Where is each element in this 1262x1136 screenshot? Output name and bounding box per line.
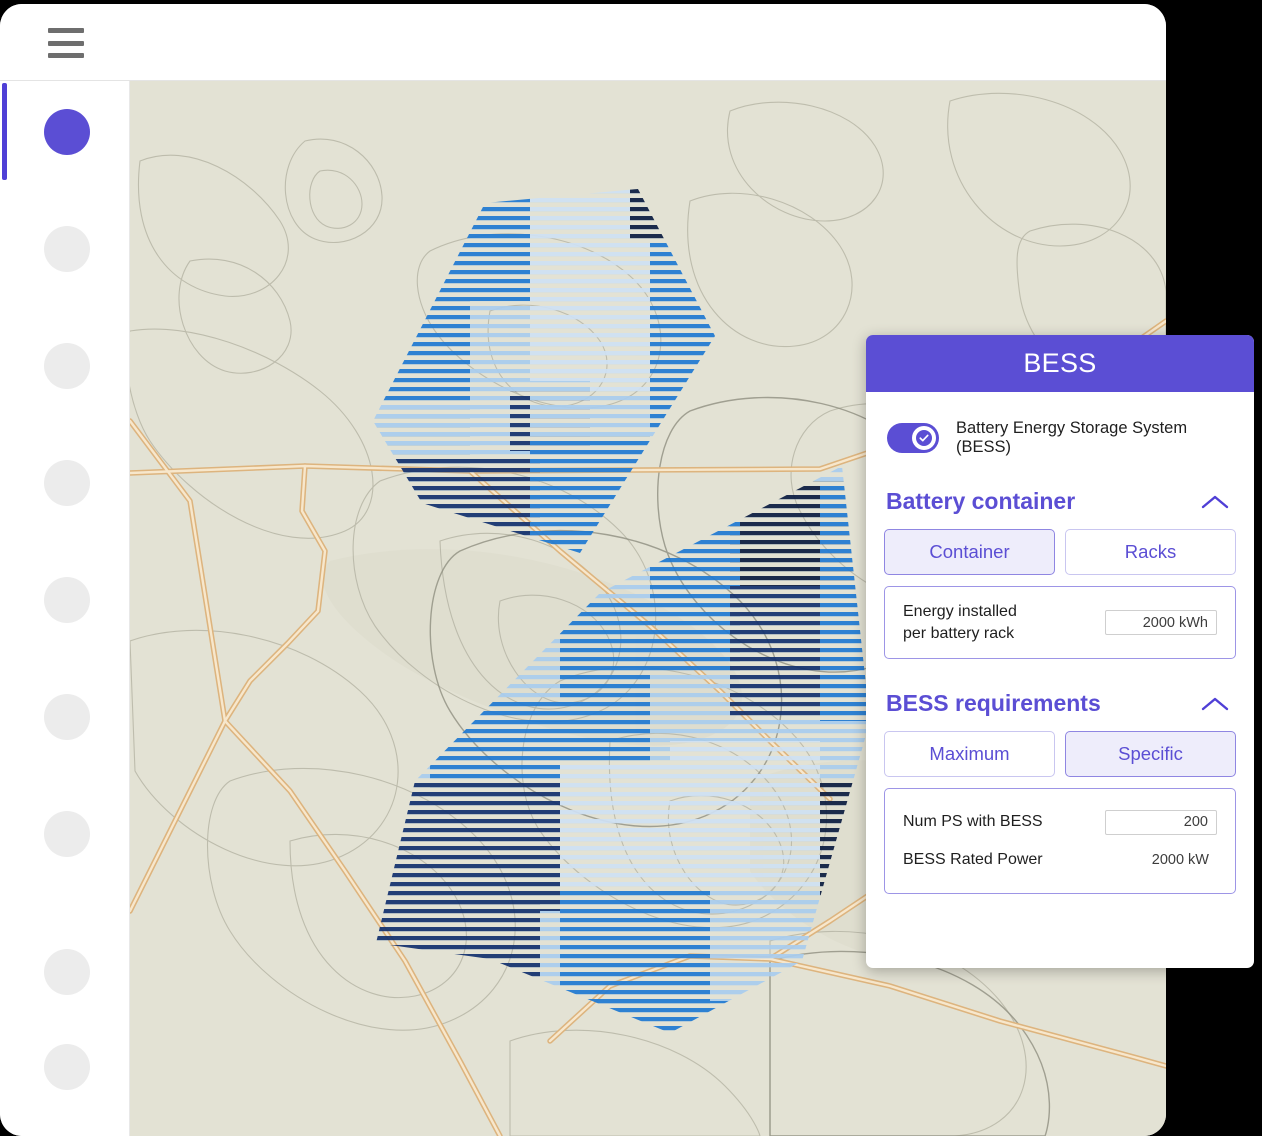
section-title-bess-requirements: BESS requirements [886,690,1101,717]
sidebar [0,81,130,1136]
hamburger-bar [48,53,84,58]
section-title-battery-container: Battery container [886,488,1076,514]
screen-root: BESS Battery Energy Storage System (BESS… [0,0,1262,1136]
chevron-up-icon [1201,495,1229,508]
bess-toggle-row: Battery Energy Storage System (BESS) [887,419,1236,457]
field-box-bess-requirements: Num PS with BESS 200 BESS Rated Power 20… [884,788,1236,895]
field-row-num-ps-with-bess: Num PS with BESS 200 [903,803,1217,841]
segment-group-bess-requirements: Maximum Specific [884,731,1236,778]
sidebar-item-3[interactable] [44,460,90,506]
bess-enable-label: Battery Energy Storage System (BESS) [956,419,1188,456]
label-energy-installed: Energy installed per battery rack [903,603,1017,642]
sidebar-item-5[interactable] [44,694,90,740]
bess-panel-body: Battery Energy Storage System (BESS) Bat… [866,419,1254,895]
segment-maximum[interactable]: Maximum [884,731,1055,778]
segment-specific[interactable]: Specific [1065,731,1236,778]
sidebar-item-2[interactable] [44,343,90,389]
sidebar-item-1[interactable] [44,226,90,272]
chevron-up-icon-bess-requirements[interactable] [1194,691,1236,717]
label-bess-rated-power: BESS Rated Power [903,851,1043,869]
sidebar-item-0[interactable] [44,109,90,155]
section-header-battery-container: Battery container [886,488,1236,515]
bess-panel: BESS Battery Energy Storage System (BESS… [866,335,1254,968]
sidebar-item-8[interactable] [44,1044,90,1090]
segment-racks[interactable]: Racks [1065,529,1236,575]
sidebar-item-7[interactable] [44,949,90,995]
hamburger-bar [48,40,84,46]
chevron-up-icon [1201,697,1229,710]
field-box-battery-container: Energy installed per battery rack 2000 k… [884,586,1236,660]
segment-container[interactable]: Container [884,529,1055,575]
sidebar-item-6[interactable] [44,811,90,857]
field-row-energy-installed: Energy installed per battery rack 2000 k… [903,601,1217,644]
check-icon [916,430,932,446]
chevron-up-icon-battery-container[interactable] [1194,489,1236,515]
section-header-bess-requirements: BESS requirements [886,690,1236,717]
bess-panel-title: BESS [866,335,1254,392]
bess-enable-toggle[interactable] [887,423,939,453]
input-num-ps-with-bess[interactable]: 200 [1105,809,1217,835]
hamburger-menu-icon[interactable] [48,28,84,58]
sidebar-active-indicator [2,83,7,180]
input-energy-installed[interactable]: 2000 kWh [1105,610,1217,636]
label-num-ps-with-bess: Num PS with BESS [903,813,1043,831]
sidebar-item-4[interactable] [44,577,90,623]
top-bar [0,4,1166,81]
field-row-bess-rated-power: BESS Rated Power 2000 kW [903,841,1217,879]
hamburger-bar [48,28,84,33]
value-bess-rated-power: 2000 kW [1151,852,1209,869]
toggle-knob [912,426,936,450]
segment-group-battery-container: Container Racks [884,529,1236,575]
